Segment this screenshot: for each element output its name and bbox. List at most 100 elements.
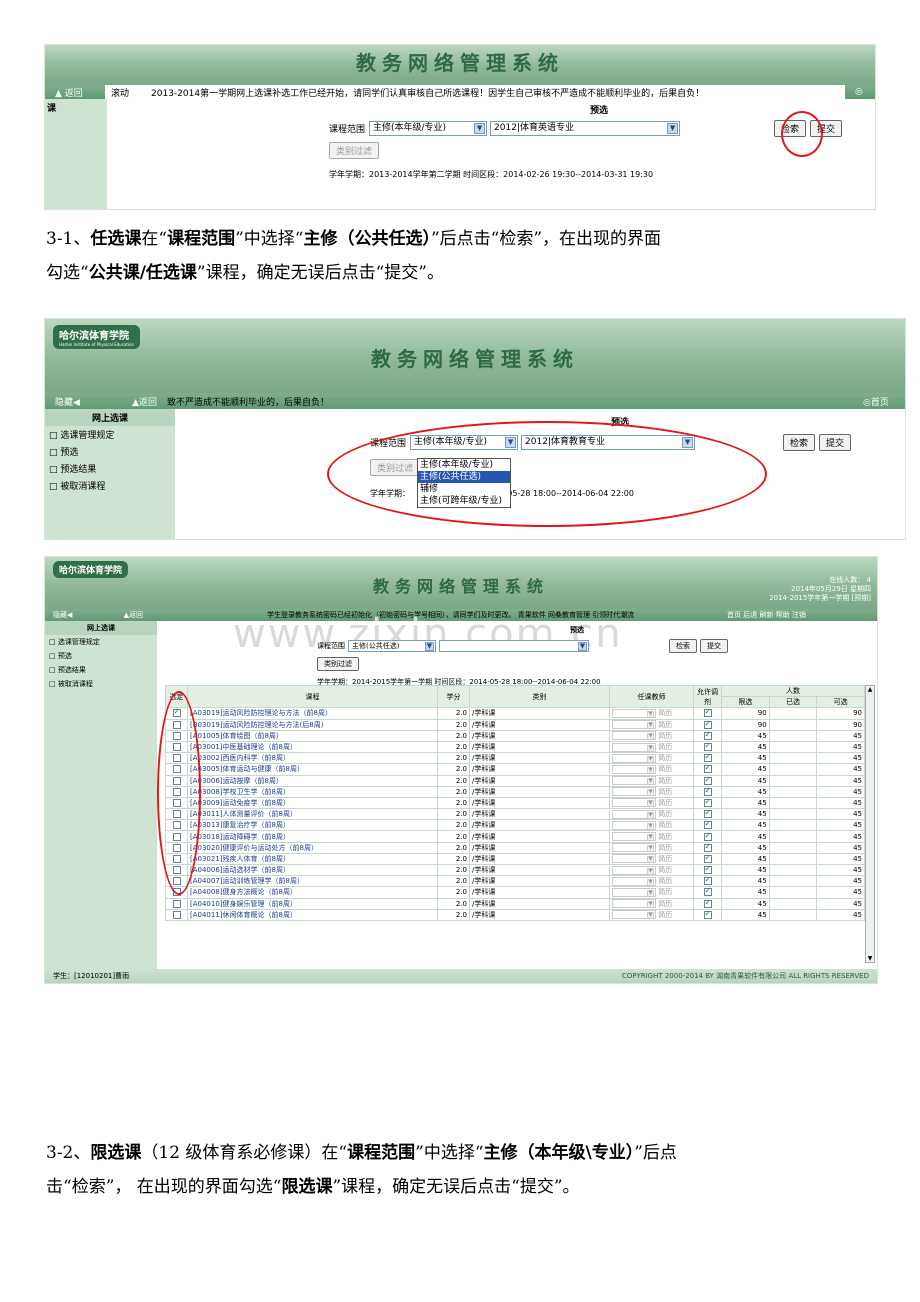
course-cell[interactable]: [A03013]康复治疗学（前8周）	[187, 819, 438, 832]
resume-link[interactable]: 简历	[658, 888, 672, 896]
filter-button[interactable]: 类别过滤	[329, 142, 380, 159]
teacher-select[interactable]: ▼	[612, 820, 656, 830]
select-checkbox[interactable]	[172, 910, 181, 919]
adjust-checkbox[interactable]	[703, 854, 712, 863]
course-cell[interactable]: [A04006]运动选材学（前8周）	[187, 863, 438, 877]
teacher-cell[interactable]: ▼ 简历	[609, 852, 694, 866]
scroll-up-icon[interactable]: ▲	[866, 686, 874, 693]
submit-button[interactable]: 提交	[819, 434, 852, 451]
sidebar-item-preselect[interactable]: □ 预选	[45, 443, 175, 460]
major-select[interactable]: ▼	[439, 640, 589, 652]
teacher-cell[interactable]: ▼ 简历	[609, 897, 694, 910]
teacher-cell[interactable]: ▼ 简历	[609, 875, 694, 888]
nav-links[interactable]: 首页 后退 刷新 帮助 注销	[727, 610, 806, 620]
hide-button[interactable]: 隐藏◀	[45, 610, 85, 620]
teacher-select[interactable]: ▼	[612, 887, 656, 897]
resume-link[interactable]: 简历	[658, 777, 672, 785]
adjust-checkbox[interactable]	[703, 731, 712, 740]
course-cell[interactable]: [A04011]休闲体育概论（前8周）	[187, 908, 438, 921]
home-icon[interactable]: ◎	[855, 87, 863, 97]
adjust-checkbox[interactable]	[703, 866, 712, 875]
teacher-select[interactable]: ▼	[612, 832, 656, 842]
teacher-cell[interactable]: ▼ 简历	[609, 785, 694, 798]
teacher-select[interactable]: ▼	[612, 731, 656, 741]
teacher-cell[interactable]: ▼ 简历	[609, 796, 694, 810]
scrollbar[interactable]: ▲ ▼	[865, 685, 875, 963]
resume-link[interactable]: 简历	[658, 732, 672, 740]
teacher-cell[interactable]: ▼ 简历	[609, 841, 694, 854]
adjust-checkbox[interactable]	[703, 754, 712, 763]
course-cell[interactable]: [A03009]运动免疫学（前8周）	[187, 796, 438, 810]
adjust-checkbox[interactable]	[703, 899, 712, 908]
teacher-select[interactable]: ▼	[612, 787, 656, 797]
adjust-checkbox[interactable]	[703, 798, 712, 807]
course-cell[interactable]: [A04008]健身方法概论（前8周）	[187, 886, 438, 899]
teacher-cell[interactable]: ▼ 简历	[609, 863, 694, 877]
select-checkbox[interactable]	[172, 899, 181, 908]
range-select[interactable]: 主修(本年级/专业) ▼	[369, 121, 488, 136]
resume-link[interactable]: 简历	[658, 821, 672, 829]
adjust-checkbox[interactable]	[703, 776, 712, 785]
sidebar-item-results[interactable]: □ 预选结果	[45, 460, 175, 477]
back-button[interactable]: ▲ 返回	[45, 86, 105, 99]
adjust-checkbox[interactable]	[703, 709, 712, 718]
sidebar-item-cancelled[interactable]: □ 被取消课程	[45, 477, 175, 494]
teacher-select[interactable]: ▼	[612, 809, 656, 819]
resume-link[interactable]: 简历	[658, 911, 672, 919]
teacher-cell[interactable]: ▼ 简历	[609, 808, 694, 821]
course-cell[interactable]: [A03005]体育运动与健康（前8周）	[187, 763, 438, 776]
adjust-checkbox[interactable]	[703, 765, 712, 774]
teacher-select[interactable]: ▼	[612, 865, 656, 875]
adjust-checkbox[interactable]	[703, 787, 712, 796]
course-cell[interactable]: [A03019]运动风险防控理论与方法（前8周）	[187, 707, 438, 720]
resume-link[interactable]: 简历	[658, 900, 672, 908]
course-cell[interactable]: [B03019]运动风险防控理论与方法(后8周)	[187, 718, 438, 731]
teacher-select[interactable]: ▼	[612, 910, 656, 920]
resume-link[interactable]: 简历	[658, 765, 672, 773]
resume-link[interactable]: 简历	[658, 721, 672, 729]
teacher-select[interactable]: ▼	[612, 742, 656, 752]
adjust-checkbox[interactable]	[703, 742, 712, 752]
teacher-select[interactable]: ▼	[612, 720, 656, 730]
teacher-select[interactable]: ▼	[612, 876, 656, 886]
sidebar-item-rules[interactable]: □ 选课管理规定	[45, 426, 175, 443]
course-cell[interactable]: [A03021]残疾人体育（前8周）	[187, 852, 438, 866]
course-cell[interactable]: [A03011]人体测量评价（前8周）	[187, 808, 438, 821]
teacher-cell[interactable]: ▼ 简历	[609, 819, 694, 832]
teacher-select[interactable]: ▼	[612, 843, 656, 853]
search-button[interactable]: 检索	[669, 639, 697, 653]
teacher-select[interactable]: ▼	[612, 753, 656, 763]
resume-link[interactable]: 简历	[658, 810, 672, 818]
submit-button[interactable]: 提交	[700, 639, 728, 653]
scroll-down-icon[interactable]: ▼	[866, 955, 874, 962]
course-cell[interactable]: [A04010]健身娱乐管理（前8周）	[187, 897, 438, 910]
course-cell[interactable]: [A03008]学校卫生学（前8周）	[187, 785, 438, 798]
teacher-select[interactable]: ▼	[612, 708, 656, 718]
home-link[interactable]: ◎首页	[863, 395, 889, 408]
adjust-checkbox[interactable]	[703, 810, 712, 819]
sidebar-item-preselect[interactable]: □ 预选	[45, 649, 157, 663]
teacher-cell[interactable]: ▼ 简历	[609, 908, 694, 921]
teacher-select[interactable]: ▼	[612, 764, 656, 774]
teacher-cell[interactable]: ▼ 简历	[609, 752, 694, 765]
course-cell[interactable]: [A03002]西医内科学（前8周）	[187, 752, 438, 765]
teacher-cell[interactable]: ▼ 简历	[609, 886, 694, 899]
course-cell[interactable]: [A03020]健康评价与运动处方（前8周）	[187, 841, 438, 854]
filter-button[interactable]: 类别过滤	[317, 657, 359, 671]
resume-link[interactable]: 简历	[658, 855, 672, 863]
range-select[interactable]: 主修(公共任选) ▼	[348, 640, 436, 652]
teacher-select[interactable]: ▼	[612, 899, 656, 909]
resume-link[interactable]: 简历	[658, 709, 672, 717]
course-cell[interactable]: [A01005]体育绘图（前8周）	[187, 729, 438, 742]
teacher-cell[interactable]: ▼ 简历	[609, 830, 694, 843]
resume-link[interactable]: 简历	[658, 833, 672, 841]
resume-link[interactable]: 简历	[658, 866, 672, 874]
resume-link[interactable]: 简历	[658, 799, 672, 807]
resume-link[interactable]: 简历	[658, 743, 672, 751]
resume-link[interactable]: 简历	[658, 754, 672, 762]
sidebar-item-results[interactable]: □ 预选结果	[45, 663, 157, 677]
adjust-checkbox[interactable]	[703, 888, 712, 897]
back-button[interactable]: ▲返回	[85, 610, 147, 620]
course-cell[interactable]: [A03018]运动障碍学（前8周）	[187, 830, 438, 843]
teacher-cell[interactable]: ▼ 简历	[609, 763, 694, 776]
